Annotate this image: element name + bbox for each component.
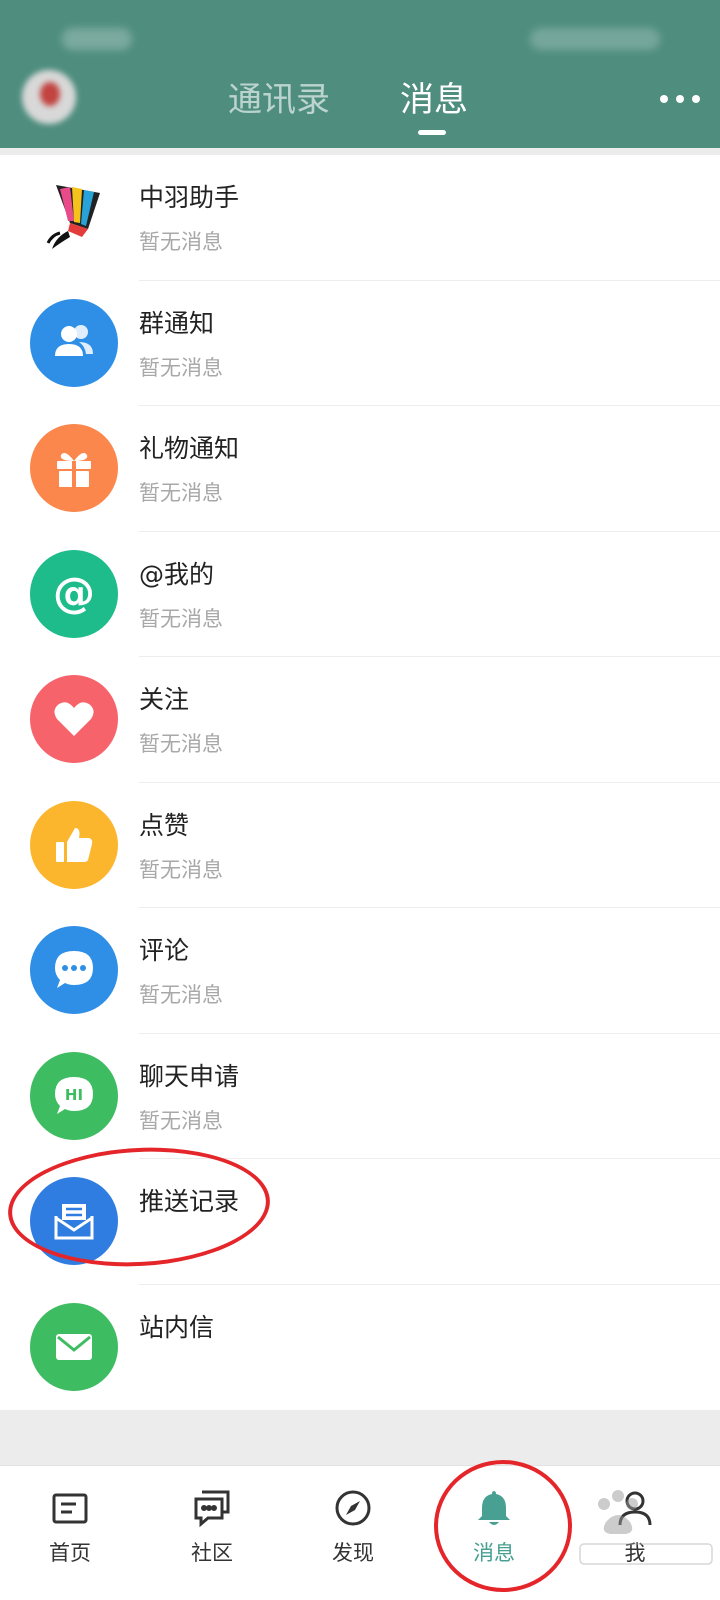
item-title: 推送记录 xyxy=(139,1187,240,1216)
bell-icon xyxy=(478,1491,510,1525)
list-item-comments[interactable]: 评论 暂无消息 xyxy=(0,908,720,1034)
list-item-mentions[interactable]: @ @我的 暂无消息 xyxy=(0,532,720,657)
community-icon xyxy=(194,1490,230,1528)
status-time-blurred xyxy=(62,28,132,50)
user-avatar[interactable] xyxy=(22,70,76,124)
item-subtitle: 暂无消息 xyxy=(139,732,223,756)
thumbs-up-icon xyxy=(30,800,118,889)
nav-label: 消息 xyxy=(473,1541,515,1565)
nav-label: 首页 xyxy=(49,1541,91,1565)
list-item-follow[interactable]: 关注 暂无消息 xyxy=(0,657,720,783)
item-title: 礼物通知 xyxy=(139,434,240,463)
nav-community[interactable]: 社区 xyxy=(152,1466,272,1600)
heart-icon xyxy=(30,675,118,763)
item-title: 关注 xyxy=(139,685,190,714)
gift-icon xyxy=(30,424,118,512)
compass-icon xyxy=(335,1490,371,1526)
group-icon xyxy=(30,298,118,387)
tab-contacts[interactable]: 通讯录 xyxy=(228,78,330,122)
status-bar xyxy=(0,12,720,50)
item-title: 中羽助手 xyxy=(139,183,240,212)
nav-label: 社区 xyxy=(191,1541,233,1565)
list-item-site-mail[interactable]: 站内信 xyxy=(0,1285,720,1411)
status-indicators-blurred xyxy=(530,28,660,50)
active-tab-indicator xyxy=(418,130,446,135)
shuttlecock-icon xyxy=(30,173,118,261)
tab-messages[interactable]: 消息 xyxy=(400,78,468,122)
item-title: 聊天申请 xyxy=(139,1061,240,1091)
list-item-group-notice[interactable]: 群通知 暂无消息 xyxy=(0,281,720,406)
hi-text: HI xyxy=(65,1086,83,1104)
item-subtitle: 暂无消息 xyxy=(139,355,223,380)
nav-label: 发现 xyxy=(332,1541,374,1565)
push-record-icon xyxy=(30,1177,118,1265)
baidu-watermark-logo xyxy=(579,1490,713,1565)
item-title: 群通知 xyxy=(139,308,215,338)
nav-home[interactable]: 首页 xyxy=(10,1466,130,1600)
list-item-push-records[interactable]: 推送记录 xyxy=(0,1159,720,1285)
message-category-list: 中羽助手 暂无消息 群通知 暂无消息 礼物通知 暂无消息 @ @我的 暂无消息 … xyxy=(0,155,720,1410)
item-subtitle: 暂无消息 xyxy=(139,481,223,505)
nav-messages[interactable]: 消息 xyxy=(434,1466,554,1600)
svg-text:@: @ xyxy=(53,569,95,617)
mail-icon xyxy=(30,1302,118,1391)
at-icon: @ xyxy=(30,549,118,638)
item-subtitle: 暂无消息 xyxy=(139,983,223,1007)
item-subtitle: 暂无消息 xyxy=(139,606,223,631)
comment-icon xyxy=(30,926,118,1014)
item-title: 评论 xyxy=(139,936,190,965)
item-title: 站内信 xyxy=(139,1312,215,1342)
list-item-likes[interactable]: 点赞 暂无消息 xyxy=(0,783,720,908)
item-subtitle: 暂无消息 xyxy=(139,857,223,882)
nav-discover[interactable]: 发现 xyxy=(293,1466,413,1600)
item-title: 点赞 xyxy=(139,810,190,840)
item-subtitle: 暂无消息 xyxy=(139,230,223,254)
item-subtitle: 暂无消息 xyxy=(139,1108,223,1133)
item-title: @我的 xyxy=(139,559,215,589)
list-item-gift-notice[interactable]: 礼物通知 暂无消息 xyxy=(0,406,720,532)
more-dots-icon[interactable] xyxy=(660,86,700,112)
list-item-chat-requests[interactable]: HI 聊天申请 暂无消息 xyxy=(0,1034,720,1159)
list-item-zhongyu-assistant[interactable]: 中羽助手 暂无消息 xyxy=(0,155,720,281)
hi-chat-icon: HI xyxy=(30,1051,118,1140)
top-header: 通讯录 消息 xyxy=(0,0,720,148)
home-icon xyxy=(52,1493,88,1524)
